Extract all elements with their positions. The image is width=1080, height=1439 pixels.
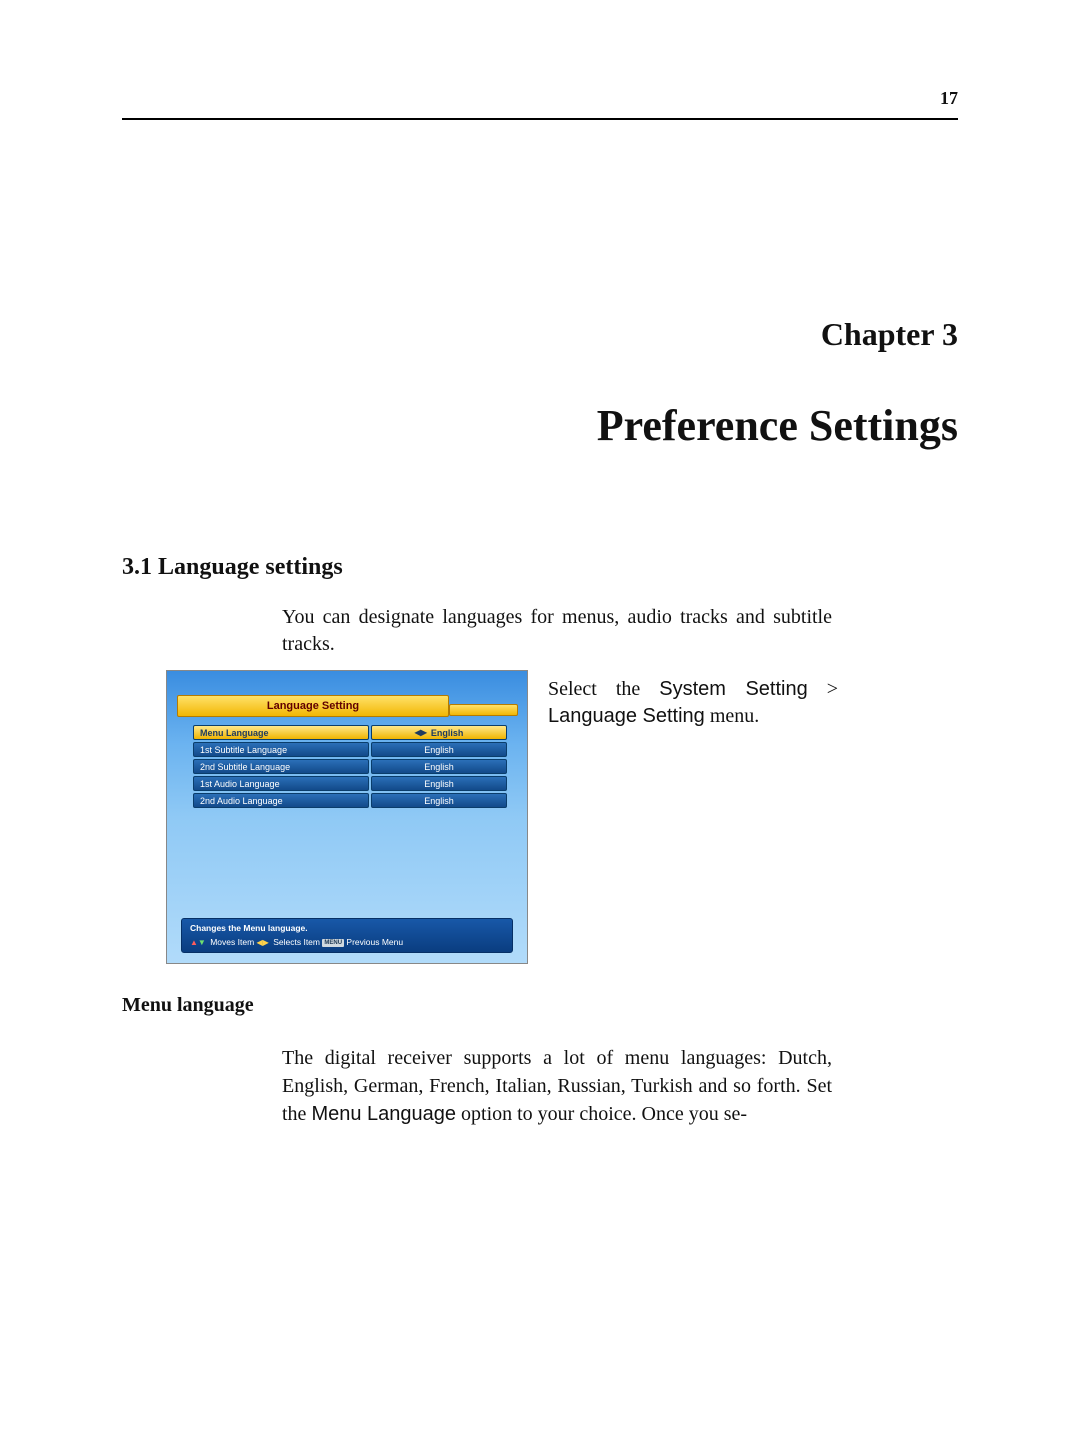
osd-cell-label: 2nd Audio Language [193, 793, 369, 808]
side-text-pre: Select the [548, 678, 659, 700]
side-instruction: Select the System Setting > Language Set… [548, 676, 838, 730]
intro-paragraph: You can designate languages for menus, a… [282, 604, 832, 658]
osd-cell-label: 1st Subtitle Language [193, 742, 369, 757]
osd-cell-value[interactable]: English [371, 776, 507, 791]
page: 17 Chapter 3 Preference Settings 3.1 Lan… [0, 0, 1080, 1439]
page-header-rule: 17 [122, 92, 958, 120]
osd-row-1st-subtitle[interactable]: 1st Subtitle Language English [193, 742, 507, 757]
option-name: Menu Language [311, 1103, 456, 1125]
osd-row-2nd-audio[interactable]: 2nd Audio Language English [193, 793, 507, 808]
osd-row-1st-audio[interactable]: 1st Audio Language English [193, 776, 507, 791]
osd-help-line2: ▲▼ Moves Item ◀▶ Selects Item MENU Previ… [190, 937, 504, 949]
page-number: 17 [940, 88, 958, 109]
osd-settings-list: Menu Language ◀▶ English 1st Subtitle La… [193, 725, 507, 810]
menu-path-part1: System Setting [659, 678, 807, 700]
subheading-menu-language: Menu language [122, 994, 254, 1017]
osd-cell-label: Menu Language [193, 725, 369, 740]
osd-help-line1: Changes the Menu language. [190, 923, 504, 935]
menu-path-part2: Language Setting [548, 705, 705, 727]
section-heading: 3.1 Language settings [122, 554, 343, 581]
left-right-arrow-icon: ◀▶ [415, 727, 427, 739]
osd-cell-value[interactable]: English [371, 793, 507, 808]
up-down-icon: ▲ [190, 937, 198, 948]
osd-cell-value[interactable]: ◀▶ English [371, 725, 507, 740]
osd-cell-label: 2nd Subtitle Language [193, 759, 369, 774]
device-screenshot: Language Setting Menu Language ◀▶ Englis… [166, 670, 528, 964]
menu-button-icon: MENU [322, 939, 344, 947]
side-text-gt: > [808, 678, 838, 700]
body2-text2: option to your choice. Once you se- [456, 1103, 747, 1125]
help-moves: Moves Item [210, 937, 254, 947]
osd-cell-value[interactable]: English [371, 759, 507, 774]
side-text-post: menu. [705, 705, 759, 727]
osd-row-menu-language[interactable]: Menu Language ◀▶ English [193, 725, 507, 740]
chapter-title: Preference Settings [597, 400, 958, 451]
osd-cell-label: 1st Audio Language [193, 776, 369, 791]
chapter-label: Chapter 3 [821, 316, 958, 353]
help-prev: Previous Menu [346, 937, 403, 947]
osd-help-box: Changes the Menu language. ▲▼ Moves Item… [181, 918, 513, 953]
osd-cell-value[interactable]: English [371, 742, 507, 757]
osd-row-2nd-subtitle[interactable]: 2nd Subtitle Language English [193, 759, 507, 774]
up-down-icon: ▼ [198, 937, 206, 948]
osd-title-bar: Language Setting [177, 695, 449, 717]
osd-value-text: English [431, 727, 464, 739]
osd-tab-icon [449, 704, 518, 716]
body-paragraph-2: The digital receiver supports a lot of m… [282, 1044, 832, 1128]
left-right-icon: ◀▶ [257, 937, 269, 948]
help-selects: Selects Item [273, 937, 320, 947]
